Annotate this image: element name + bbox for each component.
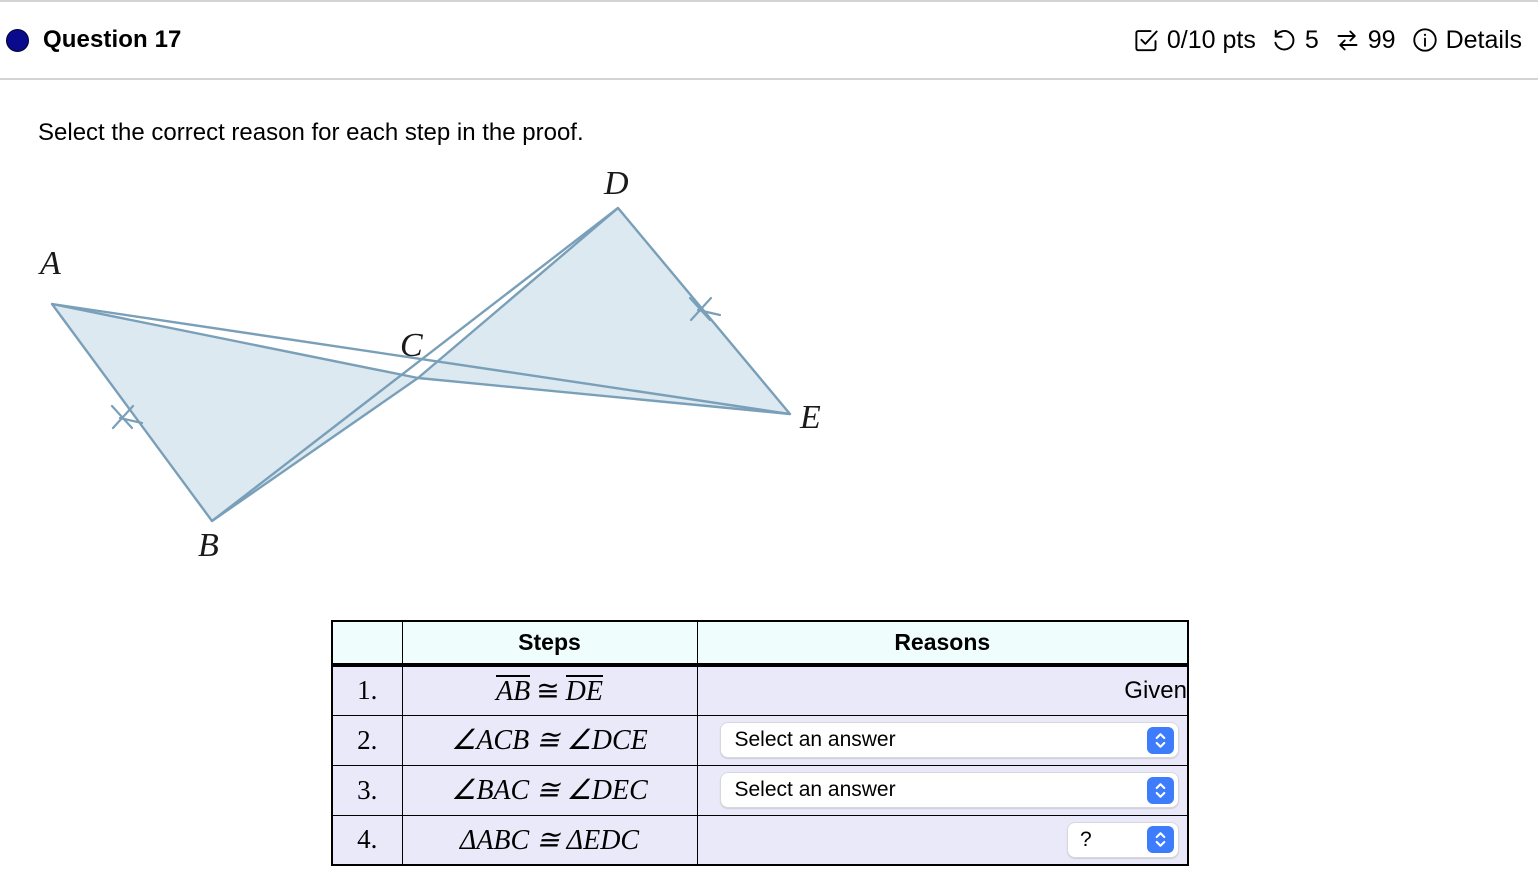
info-circle-icon[interactable]	[1411, 26, 1439, 54]
question-meta: 0/10 pts 5 99 Details	[1133, 26, 1522, 54]
vertex-label-e: E	[799, 399, 821, 436]
table-row: 4. ΔABC ≅ ΔEDC ?	[331, 814, 1189, 866]
segment-de-notation: DE	[565, 674, 603, 707]
reason-select-step4-label: ?	[1080, 827, 1092, 851]
reason-cell: Select an answer	[696, 764, 1189, 816]
reason-cell: Select an answer	[696, 714, 1189, 766]
vertex-label-b: B	[198, 527, 219, 564]
vertex-label-d: D	[603, 165, 629, 202]
question-prompt: Select the correct reason for each step …	[38, 119, 584, 146]
congruent-symbol: ≅	[536, 675, 560, 707]
step-statement: ΔABC ≅ ΔEDC	[401, 814, 698, 866]
reason-cell: Given	[696, 664, 1189, 716]
proof-table-wrapper: Steps Reasons 1. AB ≅ DE Given 2. ∠ACB ≅ ∠…	[331, 620, 1189, 866]
attempts-value: 5	[1304, 25, 1319, 54]
chevron-updown-icon[interactable]	[1147, 826, 1174, 854]
reason-cell: ?	[696, 814, 1189, 866]
header-blank	[331, 620, 403, 666]
step-number: 1.	[331, 664, 403, 716]
versions-value: 99	[1367, 25, 1396, 54]
step-number: 4.	[331, 814, 403, 866]
chevron-updown-icon[interactable]	[1147, 776, 1174, 804]
header-steps: Steps	[401, 620, 698, 666]
geometry-figure: A B C D E	[0, 156, 900, 576]
reason-select-step3-label: Select an answer	[734, 778, 896, 801]
table-row: 3. ∠BAC ≅ ∠DEC Select an answer	[331, 764, 1189, 816]
proof-table: Steps Reasons 1. AB ≅ DE Given 2. ∠ACB ≅ ∠…	[331, 620, 1189, 866]
checkbox-check-icon	[1133, 27, 1160, 54]
versions-group: 99	[1334, 27, 1396, 54]
vertex-label-a: A	[38, 245, 61, 282]
question-status-bullet-icon	[6, 28, 29, 52]
reason-select-step2[interactable]: Select an answer	[719, 722, 1179, 758]
points-group: 0/10 pts	[1133, 27, 1256, 54]
step-statement: ∠ACB ≅ ∠DCE	[401, 714, 698, 766]
table-row: 1. AB ≅ DE Given	[331, 664, 1189, 716]
reason-select-step3[interactable]: Select an answer	[719, 772, 1179, 808]
swap-arrows-icon	[1334, 27, 1361, 54]
undo-arrow-icon	[1271, 27, 1298, 54]
step-statement: AB ≅ DE	[401, 664, 698, 716]
chevron-updown-icon[interactable]	[1147, 726, 1174, 754]
question-title-group: Question 17	[6, 26, 181, 54]
attempts-group: 5	[1271, 27, 1319, 54]
step-statement: ∠BAC ≅ ∠DEC	[401, 764, 698, 816]
header-reasons: Reasons	[696, 620, 1189, 666]
step-number: 2.	[331, 714, 403, 766]
details-group[interactable]: Details	[1411, 26, 1522, 54]
proof-table-header-row: Steps Reasons	[331, 620, 1189, 666]
reason-select-step4[interactable]: ?	[1067, 821, 1179, 858]
details-link[interactable]: Details	[1446, 27, 1522, 53]
segment-ab-notation: AB	[495, 674, 531, 707]
triangles-diagram: A B C D E	[38, 165, 821, 564]
vertex-label-c: C	[400, 327, 423, 364]
page-title: Question 17	[43, 26, 182, 53]
triangle-cde	[416, 206, 792, 416]
table-row: 2. ∠ACB ≅ ∠DCE Select an answer	[331, 714, 1189, 766]
triangle-abc	[50, 302, 420, 523]
question-header: Question 17 0/10 pts 5 99 Details	[0, 0, 1538, 80]
points-value: 0/10 pts	[1166, 25, 1256, 54]
reason-select-step2-label: Select an answer	[734, 728, 896, 751]
step-number: 3.	[331, 764, 403, 816]
